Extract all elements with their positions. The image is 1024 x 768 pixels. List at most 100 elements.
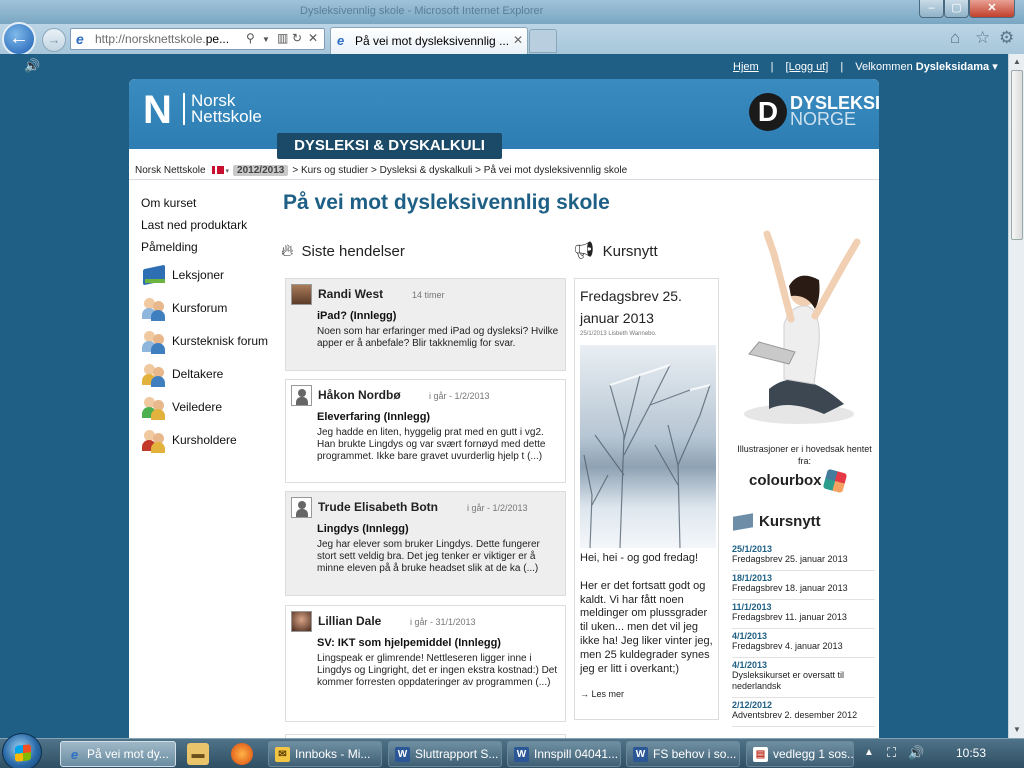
forum-people-icon <box>141 329 167 354</box>
nav-deltakere[interactable]: Deltakere <box>141 357 281 390</box>
window-title-bar[interactable]: Dysleksivennlig skole - Microsoft Intern… <box>0 0 1024 24</box>
dropdown-arrow-icon[interactable]: ▼ <box>262 35 270 44</box>
logout-link[interactable]: [Logg ut] <box>786 61 829 73</box>
event-author[interactable]: Trude Elisabeth Botn <box>318 500 438 514</box>
list-item[interactable]: 11/1/2013 Fredagsbrev 11. januar 2013 <box>732 600 875 629</box>
home-icon[interactable]: ⌂ <box>950 28 960 48</box>
list-item[interactable]: 18/1/2013 Fredagsbrev 18. januar 2013 <box>732 571 875 600</box>
speaker-icon[interactable]: 🔊 <box>24 58 40 74</box>
event-subject[interactable]: iPad? (Innlegg) <box>317 310 396 322</box>
year-selector[interactable]: 2012/2013 <box>233 165 289 176</box>
tab-close-icon[interactable]: ✕ <box>513 33 523 47</box>
compat-view-icon[interactable]: ▥ <box>277 31 288 45</box>
tools-gear-icon[interactable]: ⚙ <box>999 28 1014 48</box>
winter-forest-image[interactable] <box>580 345 716 548</box>
firefox-icon[interactable] <box>231 743 253 765</box>
back-button[interactable]: ← <box>2 22 36 56</box>
event-item[interactable]: Lillian Dale i går - 31/1/2013 SV: IKT s… <box>285 605 566 722</box>
avatar[interactable] <box>291 385 312 406</box>
tab-active[interactable]: e På vei mot dysleksivennlig ... ✕ <box>330 27 528 54</box>
event-item[interactable]: Håkon Nordbø i går - 1/2/2013 Eleverfari… <box>285 379 566 483</box>
read-more-link[interactable]: → Les mer <box>580 689 624 699</box>
event-subject[interactable]: Lingdys (Innlegg) <box>317 523 409 535</box>
windows-logo-icon <box>15 744 31 762</box>
participants-icon <box>141 362 167 387</box>
nav-leksjoner[interactable]: Leksjoner <box>141 258 281 291</box>
maximize-button[interactable]: ▢ <box>944 0 969 18</box>
breadcrumb-root[interactable]: Norsk Nettskole <box>135 165 206 176</box>
taskbar-item-word-3[interactable]: W FS behov i so... <box>626 741 740 767</box>
search-icon[interactable]: ⚲ <box>246 31 255 45</box>
word-icon: W <box>395 747 410 762</box>
event-subject[interactable]: Eleverfaring (Innlegg) <box>317 411 430 423</box>
breadcrumb-path[interactable]: > Kurs og studier > Dysleksi & dyskalkul… <box>292 165 627 176</box>
refresh-icon[interactable]: ↻ <box>292 31 302 45</box>
event-author[interactable]: Randi West <box>318 287 383 301</box>
taskbar-item-word-2[interactable]: W Innspill 04041... <box>507 741 621 767</box>
dysleksi-norge-logo[interactable]: D <box>749 93 787 131</box>
address-url[interactable]: http://norsknettskole.pe... <box>95 32 229 46</box>
explorer-folder-icon[interactable]: ▬ <box>187 743 209 765</box>
start-button[interactable] <box>2 733 42 768</box>
word-icon: W <box>633 747 648 762</box>
nav-kursforum[interactable]: Kursforum <box>141 291 281 324</box>
nav-om-kurset[interactable]: Om kurset <box>141 192 281 214</box>
window-title: Dysleksivennlig skole - Microsoft Intern… <box>300 5 544 17</box>
list-item[interactable]: 2/12/2012 Adventsbrev 2. desember 2012 <box>732 698 875 727</box>
scroll-down-arrow-icon[interactable]: ▼ <box>1009 722 1024 738</box>
nav-kursteknisk-forum[interactable]: Kursteknisk forum <box>141 324 281 357</box>
avatar[interactable] <box>291 497 312 518</box>
news-title[interactable]: Fredagsbrev 25. januar 2013 <box>580 285 710 329</box>
nav-pamelding[interactable]: Påmelding <box>141 236 281 258</box>
avatar[interactable] <box>291 284 312 305</box>
network-icon[interactable]: ⛶ <box>887 745 896 761</box>
volume-icon[interactable]: 🔊 <box>908 745 924 761</box>
chevron-down-icon[interactable]: ▾ <box>224 168 230 175</box>
favorites-star-icon[interactable]: ☆ <box>975 28 990 48</box>
vertical-scrollbar[interactable]: ▲ ▼ <box>1008 54 1024 738</box>
scroll-up-arrow-icon[interactable]: ▲ <box>1009 54 1024 70</box>
event-text: Jeg hadde en liten, hyggelig prat med en… <box>317 427 546 462</box>
minimize-button[interactable]: – <box>919 0 944 18</box>
taskbar-item-ie[interactable]: e På vei mot dy... <box>60 741 176 767</box>
sidebar-news-heading: Kursnytt <box>733 513 821 531</box>
mail-icon: ✉ <box>275 747 290 762</box>
stop-icon[interactable]: ✕ <box>308 31 318 45</box>
nav-veiledere[interactable]: Veiledere <box>141 390 281 423</box>
show-hidden-icons-arrow-icon[interactable]: ▲ <box>864 747 874 758</box>
norsk-nettskole-logo[interactable]: N <box>143 90 177 130</box>
welcome-menu[interactable]: Velkommen Dysleksidama ▾ <box>855 61 998 73</box>
event-author[interactable]: Lillian Dale <box>318 614 381 628</box>
latest-events-heading: 🔥︎ Siste hendelser <box>281 241 405 260</box>
event-subject[interactable]: SV: IKT som hjelpemiddel (Innlegg) <box>317 637 501 649</box>
event-author[interactable]: Håkon Nordbø <box>318 388 401 402</box>
event-item[interactable]: Randi West 14 timer iPad? (Innlegg) Noen… <box>285 278 566 371</box>
close-window-button[interactable]: ✕ <box>969 0 1015 18</box>
list-item[interactable]: 25/1/2013 Fredagsbrev 25. januar 2013 <box>732 542 875 571</box>
clock[interactable]: 10:53 <box>956 746 986 760</box>
news-meta: 25/1/2013 Lisbeth Wannebo. <box>580 331 657 337</box>
divider <box>129 179 879 180</box>
event-time: i går - 1/2/2013 <box>467 503 528 513</box>
flame-icon: 🔥︎ <box>281 241 294 260</box>
nav-kursholdere[interactable]: Kursholdere <box>141 423 281 456</box>
new-tab-button[interactable] <box>529 29 557 53</box>
taskbar-item-pdf[interactable]: ▤ vedlegg 1 sos... <box>746 741 854 767</box>
taskbar-item-inbox[interactable]: ✉ Innboks - Mi... <box>268 741 382 767</box>
scrollbar-thumb[interactable] <box>1011 70 1023 240</box>
list-item[interactable]: 4/1/2013 Dysleksikurset er oversatt til n… <box>732 658 875 698</box>
avatar[interactable] <box>291 611 312 632</box>
colourbox-logo[interactable]: colourbox <box>749 468 847 494</box>
course-news-heading: 📢︎ Kursnytt <box>573 241 658 260</box>
forward-button[interactable]: → <box>42 28 66 52</box>
nav-last-ned-produktark[interactable]: Last ned produktark <box>141 214 281 236</box>
list-item[interactable]: 4/1/2013 Fredagsbrev 4. januar 2013 <box>732 629 875 658</box>
taskbar-item-word-1[interactable]: W Sluttrapport S... <box>388 741 502 767</box>
tab-label: På vei mot dysleksivennlig ... <box>355 34 510 48</box>
ie-page-icon: e <box>76 31 84 47</box>
partner-logo-text: DYSLEKSI NORGE <box>790 93 879 129</box>
home-link[interactable]: Hjem <box>733 61 759 73</box>
flag-icon[interactable] <box>211 166 224 175</box>
event-item[interactable]: Trude Elisabeth Botn i går - 1/2/2013 Li… <box>285 491 566 596</box>
address-bar[interactable]: e http://norsknettskole.pe... ⚲ ▼ ▥ ↻ ✕ <box>70 28 325 50</box>
